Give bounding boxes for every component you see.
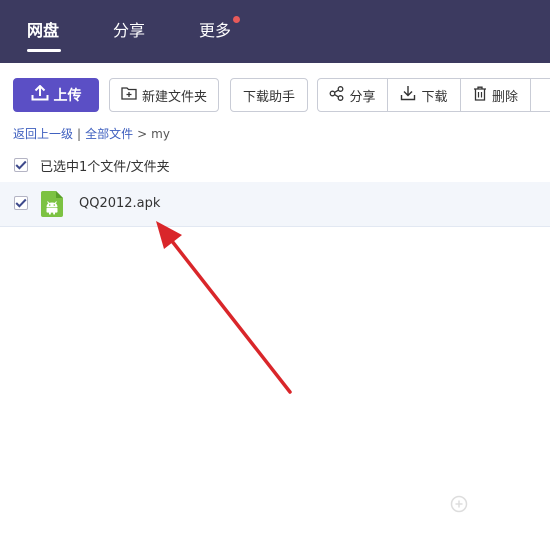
watermark — [450, 495, 540, 527]
red-annotation-arrow — [156, 221, 292, 394]
watermark-logo-icon — [450, 495, 468, 513]
